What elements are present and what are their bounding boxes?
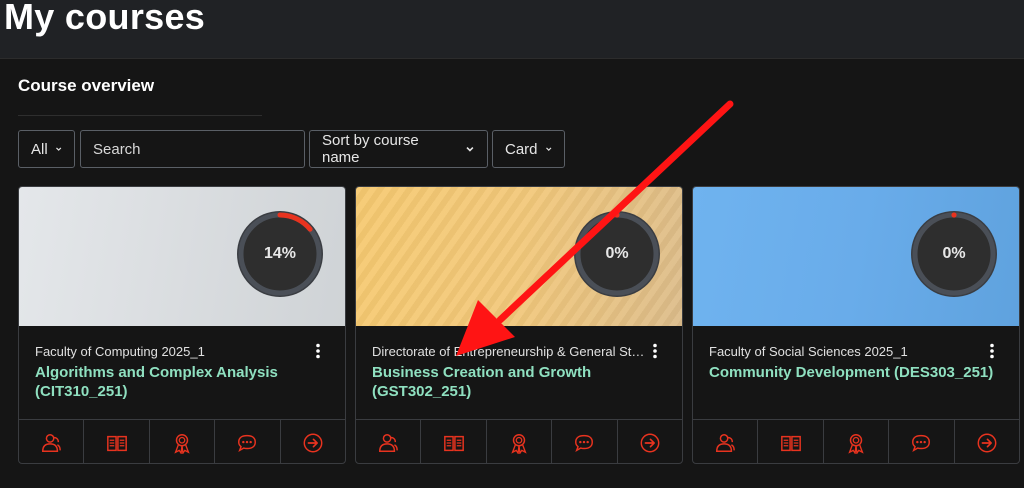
go-to-course-button[interactable]	[955, 420, 1019, 463]
page-title: My courses	[4, 0, 206, 37]
course-card[interactable]: 14% Faculty of Computing 2025_1 Algorith…	[18, 186, 346, 464]
card-body: Faculty of Social Sciences 2025_1 Commun…	[693, 326, 1019, 419]
go-to-course-icon	[302, 432, 324, 454]
course-name-link[interactable]: Community Development (DES303_251)	[709, 363, 999, 382]
messages-button[interactable]	[552, 420, 618, 463]
course-overview-title: Course overview	[18, 76, 155, 95]
chevron-down-icon	[466, 146, 474, 152]
badge-button[interactable]	[150, 420, 216, 463]
course-image[interactable]: 14%	[19, 187, 345, 326]
card-body: Faculty of Computing 2025_1 Algorithms a…	[19, 326, 345, 419]
divider	[18, 115, 262, 116]
grades-book-button[interactable]	[758, 420, 824, 463]
course-image[interactable]: 0%	[356, 187, 682, 326]
badge-icon	[171, 432, 193, 454]
progress-percent: 0%	[605, 245, 629, 262]
grouping-filter-label: All	[31, 140, 48, 158]
participants-button[interactable]	[19, 420, 85, 463]
progress-percent: 14%	[263, 245, 297, 262]
course-image[interactable]: 0%	[693, 187, 1019, 326]
messages-icon	[910, 432, 932, 454]
badge-button[interactable]	[824, 420, 890, 463]
messages-button[interactable]	[889, 420, 955, 463]
messages-icon	[236, 432, 258, 454]
participants-icon	[377, 432, 399, 454]
course-card[interactable]: 0% Faculty of Social Sciences 2025_1 Com…	[692, 186, 1020, 464]
go-to-course-button[interactable]	[281, 420, 345, 463]
grades-book-icon	[780, 432, 802, 454]
sort-dropdown[interactable]: Sort by course name	[309, 130, 488, 168]
course-card[interactable]: 0% Directorate of Entrepreneurship & Gen…	[355, 186, 683, 464]
progress-ring: 0%	[909, 209, 999, 299]
more-options-icon[interactable]	[989, 343, 995, 359]
course-category: Directorate of Entrepreneurship & Genera…	[372, 344, 647, 359]
go-to-course-icon	[639, 432, 661, 454]
card-body: Directorate of Entrepreneurship & Genera…	[356, 326, 682, 419]
badge-icon	[508, 432, 530, 454]
view-mode-label: Card	[505, 140, 538, 158]
view-mode-dropdown[interactable]: Card	[492, 130, 565, 168]
participants-button[interactable]	[693, 420, 759, 463]
messages-icon	[573, 432, 595, 454]
chevron-down-icon	[545, 147, 551, 151]
go-to-course-button[interactable]	[618, 420, 682, 463]
messages-button[interactable]	[215, 420, 281, 463]
sort-label: Sort by course name	[322, 132, 419, 166]
grades-book-icon	[106, 432, 128, 454]
participants-icon	[40, 432, 62, 454]
chevron-down-icon	[55, 147, 61, 151]
progress-ring: 0%	[572, 209, 662, 299]
participants-icon	[714, 432, 736, 454]
grades-book-icon	[443, 432, 465, 454]
card-actions	[19, 419, 345, 463]
course-name-link[interactable]: Algorithms and Complex Analysis (CIT310_…	[35, 363, 325, 401]
search-input[interactable]: Search	[80, 130, 305, 168]
course-category: Faculty of Computing 2025_1	[35, 344, 205, 359]
grades-book-button[interactable]	[421, 420, 487, 463]
grouping-filter-dropdown[interactable]: All	[18, 130, 75, 168]
participants-button[interactable]	[356, 420, 422, 463]
badge-icon	[845, 432, 867, 454]
card-actions	[693, 419, 1019, 463]
go-to-course-icon	[976, 432, 998, 454]
search-placeholder: Search	[93, 140, 141, 158]
more-options-icon[interactable]	[652, 343, 658, 359]
card-actions	[356, 419, 682, 463]
progress-ring: 14%	[235, 209, 325, 299]
course-overview-block: Course overview All Search Sort by cours…	[0, 58, 1024, 488]
more-options-icon[interactable]	[315, 343, 321, 359]
badge-button[interactable]	[487, 420, 553, 463]
course-name-link[interactable]: Business Creation and Growth (GST302_251…	[372, 363, 662, 401]
progress-percent: 0%	[942, 245, 966, 262]
course-category: Faculty of Social Sciences 2025_1	[709, 344, 908, 359]
grades-book-button[interactable]	[84, 420, 150, 463]
